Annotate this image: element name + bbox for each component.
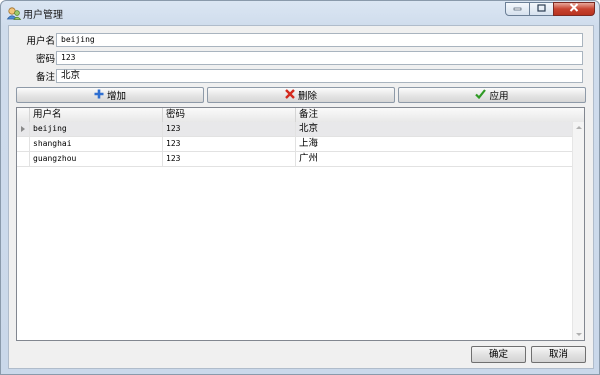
- window-controls: [505, 2, 595, 16]
- column-header-username[interactable]: 用户名: [30, 108, 163, 122]
- scroll-down-icon[interactable]: [576, 333, 582, 336]
- minimize-button[interactable]: [505, 2, 530, 16]
- cell-password[interactable]: 123: [163, 137, 296, 152]
- cell-username[interactable]: shanghai: [30, 137, 163, 152]
- row-header-corner: [17, 108, 30, 122]
- vertical-scrollbar[interactable]: [572, 122, 584, 340]
- username-label: 用户名: [26, 36, 55, 47]
- user-manager-icon: [6, 5, 22, 21]
- delete-button-label: 删除: [297, 91, 317, 102]
- cell-username[interactable]: beijing: [30, 122, 163, 137]
- cell-password[interactable]: 123: [163, 152, 296, 167]
- users-table: 用户名 密码 备注 beijing 123 北京 shanghai 123 上海: [16, 107, 585, 341]
- cell-username[interactable]: guangzhou: [30, 152, 163, 167]
- row-header[interactable]: [17, 137, 30, 151]
- dialog-client-area: 用户名 beijing 密码 123 备注 北京 增加 删除 应用 用户名 密码…: [8, 25, 594, 369]
- close-icon: [569, 3, 579, 15]
- x-icon: [285, 88, 298, 102]
- table-row[interactable]: beijing 123 北京: [17, 122, 573, 137]
- add-button-label: 增加: [106, 91, 126, 102]
- apply-button[interactable]: 应用: [398, 87, 586, 103]
- cell-remark[interactable]: 上海: [296, 137, 573, 152]
- remark-label: 备注: [35, 72, 55, 83]
- add-button[interactable]: 增加: [16, 87, 204, 103]
- username-field[interactable]: beijing: [56, 33, 583, 47]
- cell-password[interactable]: 123: [163, 122, 296, 137]
- plus-icon: [94, 89, 107, 102]
- table-header: 用户名 密码 备注: [17, 108, 584, 123]
- column-header-password[interactable]: 密码: [163, 108, 296, 122]
- delete-button[interactable]: 删除: [207, 87, 395, 103]
- title-bar[interactable]: 用户管理: [1, 1, 599, 25]
- scroll-up-icon[interactable]: [576, 126, 582, 129]
- cancel-button[interactable]: 取消: [531, 346, 586, 363]
- table-row[interactable]: guangzhou 123 广州: [17, 152, 573, 167]
- maximize-button[interactable]: [529, 2, 554, 16]
- minimize-icon: [513, 4, 522, 14]
- maximize-icon: [537, 3, 546, 15]
- table-row[interactable]: shanghai 123 上海: [17, 137, 573, 152]
- current-row-icon: [21, 126, 25, 132]
- row-header[interactable]: [17, 122, 30, 136]
- password-field[interactable]: 123: [56, 51, 583, 65]
- checkmark-icon: [475, 88, 489, 102]
- cell-remark[interactable]: 广州: [296, 152, 573, 167]
- remark-field[interactable]: 北京: [56, 69, 583, 83]
- user-management-window: 用户管理 用户名 beijing 密码 123 备注 北京 增加 删除 应用 用…: [0, 0, 600, 375]
- password-label: 密码: [35, 54, 55, 65]
- column-header-remark[interactable]: 备注: [296, 108, 573, 122]
- ok-button[interactable]: 确定: [471, 346, 526, 363]
- row-header[interactable]: [17, 152, 30, 166]
- window-title: 用户管理: [23, 10, 63, 21]
- close-button[interactable]: [553, 2, 595, 16]
- apply-button-label: 应用: [489, 91, 509, 102]
- cell-remark[interactable]: 北京: [296, 122, 573, 137]
